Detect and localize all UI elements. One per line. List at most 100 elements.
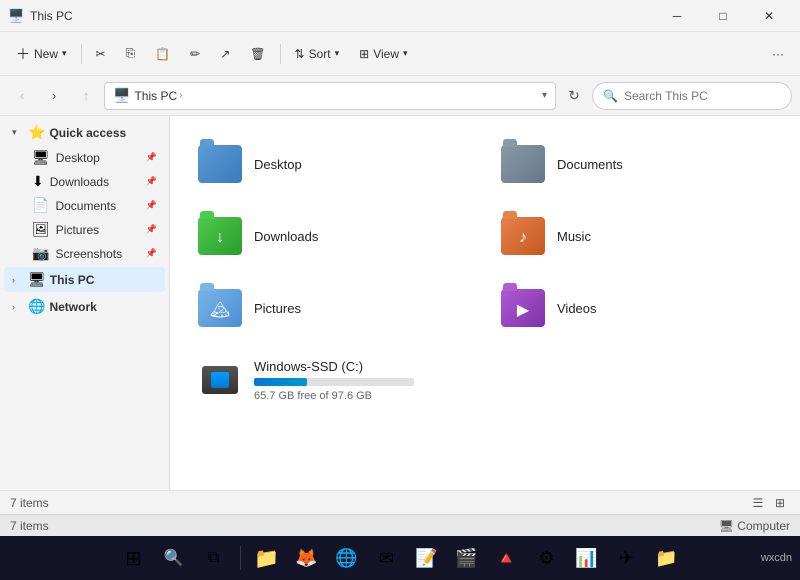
delete-icon: 🗑	[250, 47, 265, 61]
list-view-button[interactable]: ☰	[748, 493, 768, 513]
search-input[interactable]	[624, 89, 781, 103]
music-icon: ♪	[499, 212, 547, 260]
grid-view-button[interactable]: ⊞	[770, 493, 790, 513]
taskbar-settings-button[interactable]: ⚙	[529, 540, 565, 576]
file-item-documents[interactable]: Documents	[489, 132, 784, 196]
share-button[interactable]: ↗	[212, 38, 238, 70]
bottom-status-count: 7 items	[10, 519, 49, 533]
main-content: ▾ ⭐ Quick access 🖥 Desktop 📌 ⬇ Downloads…	[0, 116, 800, 490]
sort-button[interactable]: ⇅ Sort ▾	[287, 38, 348, 70]
videos-info: Videos	[557, 301, 597, 316]
new-button[interactable]: ＋ New ▾	[8, 38, 75, 70]
this-pc-chevron-icon: ›	[12, 275, 24, 285]
sidebar-item-downloads[interactable]: ⬇ Downloads 📌	[4, 170, 165, 193]
more-button[interactable]: ···	[764, 38, 792, 70]
taskbar: ⊞ 🔍 ⧉ 📁 🦊 🌐 ✉ 📝 🎬 🔺 ⚙ 📊 ✈ 📁 wxcdn	[0, 536, 800, 580]
toolbar: ＋ New ▾ ✂ ⎘ 📋 ✏ ↗ 🗑 ⇅ Sort ▾ ⊞ View ▾ ··…	[0, 32, 800, 76]
taskbar-files-button[interactable]: 📁	[649, 540, 685, 576]
taskbar-office-button[interactable]: 📊	[569, 540, 605, 576]
documents-info: Documents	[557, 157, 623, 172]
sidebar-section-quick-access: ▾ ⭐ Quick access 🖥 Desktop 📌 ⬇ Downloads…	[0, 120, 169, 265]
taskbar-media-button[interactable]: 🎬	[449, 540, 485, 576]
sidebar-header-this-pc[interactable]: › 🖥 This PC	[4, 267, 165, 292]
drive-disk-inner	[211, 372, 229, 388]
maximize-button[interactable]: □	[700, 0, 746, 32]
downloads-folder-icon: ⬇	[32, 173, 44, 190]
path-dropdown-icon[interactable]: ▾	[542, 90, 547, 101]
minimize-button[interactable]: ─	[654, 0, 700, 32]
up-button[interactable]: ↑	[72, 82, 100, 110]
file-item-videos[interactable]: ▶ Videos	[489, 276, 784, 340]
close-button[interactable]: ✕	[746, 0, 792, 32]
forward-button[interactable]: ›	[40, 82, 68, 110]
taskbar-firefox-button[interactable]: 🦊	[289, 540, 325, 576]
drive-item-c[interactable]: Windows-SSD (C:) 65.7 GB free of 97.6 GB	[186, 348, 526, 412]
file-area: Desktop Documents ↓ Downloads	[170, 116, 800, 490]
sort-icon: ⇅	[295, 47, 305, 61]
music-name: Music	[557, 229, 591, 244]
address-path[interactable]: 🖥️ This PC › ▾	[104, 82, 556, 110]
taskbar-start-button[interactable]: ⊞	[116, 540, 152, 576]
address-bar: ‹ › ↑ 🖥️ This PC › ▾ ↻ 🔍	[0, 76, 800, 116]
taskbar-divider	[240, 546, 241, 570]
network-label: Network	[49, 300, 96, 314]
drive-c-info: Windows-SSD (C:) 65.7 GB free of 97.6 GB	[254, 359, 414, 402]
search-box[interactable]: 🔍	[592, 82, 792, 110]
sidebar-item-pictures[interactable]: 🖼 Pictures 📌	[4, 218, 165, 241]
title-bar-title: This PC	[30, 9, 73, 23]
this-pc-icon: 🖥	[28, 271, 46, 288]
network-icon: 🌐	[28, 298, 45, 315]
status-bar-top: 7 items ☰ ⊞	[0, 490, 800, 514]
file-item-music[interactable]: ♪ Music	[489, 204, 784, 268]
videos-icon: ▶	[499, 284, 547, 332]
pictures-info: Pictures	[254, 301, 301, 316]
sidebar: ▾ ⭐ Quick access 🖥 Desktop 📌 ⬇ Downloads…	[0, 116, 170, 490]
status-count: 7 items	[10, 496, 49, 510]
paste-button[interactable]: 📋	[147, 38, 178, 70]
title-bar: 🖥️ This PC ─ □ ✕	[0, 0, 800, 32]
rename-button[interactable]: ✏	[182, 38, 208, 70]
back-button[interactable]: ‹	[8, 82, 36, 110]
quick-access-star-icon: ⭐	[28, 124, 45, 141]
sidebar-pictures-label: Pictures	[56, 223, 140, 237]
cut-button[interactable]: ✂	[88, 38, 114, 70]
copy-button[interactable]: ⎘	[118, 38, 144, 70]
taskbar-task-view[interactable]: ⧉	[196, 540, 232, 576]
sort-chevron-icon: ▾	[335, 48, 340, 59]
taskbar-folder-button[interactable]: 📁	[249, 540, 285, 576]
taskbar-edge-button[interactable]: 🌐	[329, 540, 365, 576]
desktop-icon	[196, 140, 244, 188]
music-note-icon: ♪	[519, 229, 527, 247]
copy-icon: ⎘	[126, 46, 136, 61]
taskbar-search-button[interactable]: 🔍	[156, 540, 192, 576]
file-item-pictures[interactable]: 🏔 Pictures	[186, 276, 481, 340]
share-icon: ↗	[220, 47, 230, 61]
pin-icon-5: 📌	[146, 248, 157, 259]
toolbar-separator-1	[81, 44, 82, 64]
file-grid: Desktop Documents ↓ Downloads	[186, 132, 784, 412]
delete-button[interactable]: 🗑	[242, 38, 273, 70]
sidebar-item-screenshots[interactable]: 📷 Screenshots 📌	[4, 242, 165, 265]
file-item-desktop[interactable]: Desktop	[186, 132, 481, 196]
pictures-image-icon: 🏔	[210, 300, 230, 320]
sort-label: Sort	[309, 47, 331, 61]
pin-icon-3: 📌	[146, 200, 157, 211]
taskbar-mail-button[interactable]: ✉	[369, 540, 405, 576]
quick-access-label: Quick access	[49, 126, 126, 140]
file-item-downloads[interactable]: ↓ Downloads	[186, 204, 481, 268]
taskbar-notepad-button[interactable]: 📝	[409, 540, 445, 576]
documents-icon	[499, 140, 547, 188]
downloads-info: Downloads	[254, 229, 318, 244]
documents-name: Documents	[557, 157, 623, 172]
sidebar-item-desktop[interactable]: 🖥 Desktop 📌	[4, 146, 165, 169]
refresh-button[interactable]: ↻	[560, 82, 588, 110]
taskbar-plane-button[interactable]: ✈	[609, 540, 645, 576]
taskbar-vlc-button[interactable]: 🔺	[489, 540, 525, 576]
sidebar-header-quick-access[interactable]: ▾ ⭐ Quick access	[4, 120, 165, 145]
sidebar-item-documents[interactable]: 📄 Documents 📌	[4, 194, 165, 217]
sidebar-downloads-label: Downloads	[50, 175, 140, 189]
sidebar-documents-label: Documents	[55, 199, 139, 213]
sidebar-header-network[interactable]: › 🌐 Network	[4, 294, 165, 319]
view-button[interactable]: ⊞ View ▾	[351, 38, 415, 70]
pictures-icon: 🏔	[196, 284, 244, 332]
